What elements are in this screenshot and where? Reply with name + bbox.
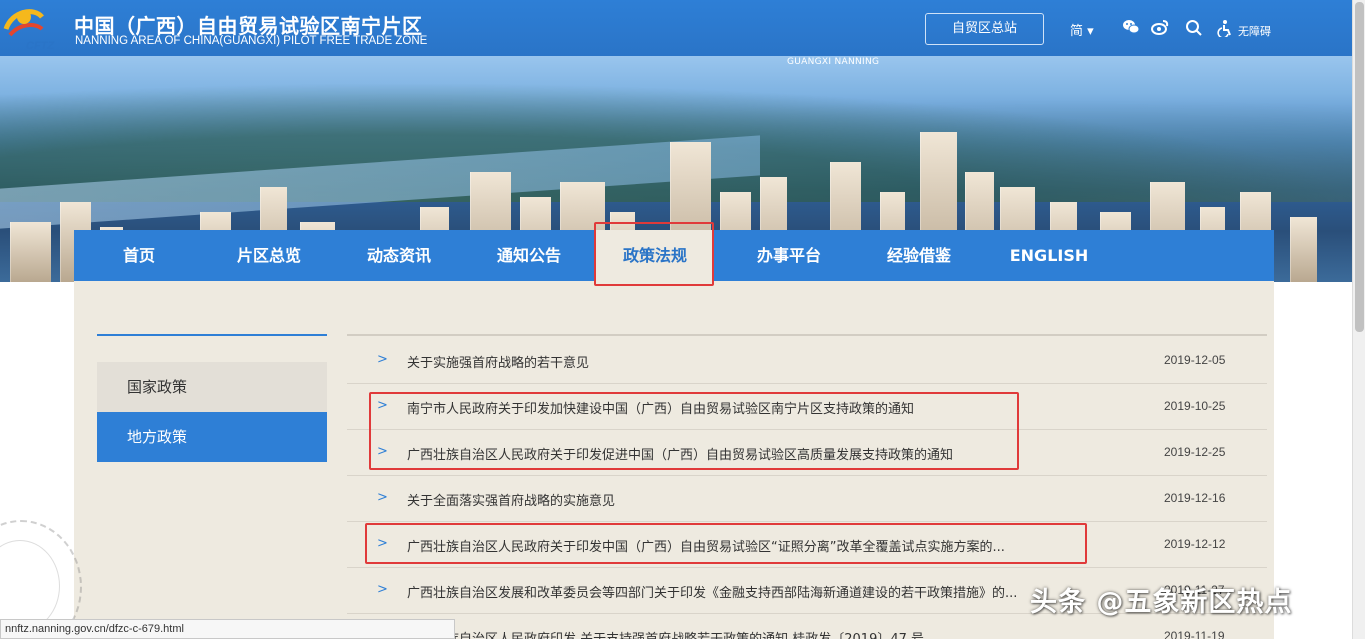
browser-status-url: nnftz.nanning.gov.cn/dfzc-c-679.html <box>0 619 455 639</box>
sidebar-item-national-policy[interactable]: 国家政策 <box>97 362 327 412</box>
wechat-icon[interactable] <box>1122 19 1140 39</box>
policy-title[interactable]: 广西壮族自治区人民政府印发 关于支持强首府战略若干政策的通知 桂政发〔2019〕… <box>407 628 1107 639</box>
main-nav: 首页 片区总览 动态资讯 通知公告 政策法规 办事平台 经验借鉴 ENGLISH <box>74 230 1274 284</box>
chevron-right-icon: > <box>377 490 388 505</box>
search-icon[interactable] <box>1185 19 1203 41</box>
nav-english[interactable]: ENGLISH <box>984 230 1114 281</box>
policy-title[interactable]: 广西壮族自治区人民政府关于印发中国（广西）自由贸易试验区“证照分离”改革全覆盖试… <box>407 536 1107 555</box>
browser-page: GUANGXI NANNING CFTZ 中国（广西）自由贸易试验区南宁片区 N… <box>0 0 1365 639</box>
chevron-right-icon: > <box>377 398 388 413</box>
policy-row[interactable]: > 广西壮族自治区人民政府关于印发促进中国（广西）自由贸易试验区高质量发展支持政… <box>347 429 1267 476</box>
sidebar-item-local-policy[interactable]: 地方政策 <box>97 412 327 462</box>
policy-title[interactable]: 广西壮族自治区发展和改革委员会等四部门关于印发《金融支持西部陆海新通道建设的若干… <box>407 582 1107 601</box>
list-top-rule <box>347 334 1267 336</box>
site-subtitle: NANNING AREA OF CHINA(GUANGXI) PILOT FRE… <box>75 35 428 47</box>
policy-date: 2019-10-25 <box>1164 399 1226 413</box>
policy-title[interactable]: 关于实施强首府战略的若干意见 <box>407 352 1107 371</box>
nav-area-overview[interactable]: 片区总览 <box>204 230 334 281</box>
policy-date: 2019-11-19 <box>1164 629 1225 639</box>
weibo-icon[interactable] <box>1151 19 1169 39</box>
chevron-right-icon: > <box>377 536 388 551</box>
page-scrollbar[interactable] <box>1352 0 1365 639</box>
logo-text: CFTZ <box>26 40 55 52</box>
watermark: 头条 @五象新区热点 <box>1030 587 1293 618</box>
chevron-right-icon: > <box>377 444 388 459</box>
accessibility-label[interactable]: 无障碍 <box>1238 23 1271 39</box>
policy-date: 2019-12-05 <box>1164 353 1226 367</box>
language-selector[interactable]: 简 ▾ <box>1070 20 1094 39</box>
scrollbar-thumb[interactable] <box>1355 2 1364 332</box>
nav-policies[interactable]: 政策法规 <box>596 230 714 284</box>
policy-date: 2019-12-16 <box>1164 491 1226 505</box>
policy-row[interactable]: > 广西壮族自治区人民政府关于印发中国（广西）自由贸易试验区“证照分离”改革全覆… <box>347 521 1267 568</box>
policy-row[interactable]: > 南宁市人民政府关于印发加快建设中国（广西）自由贸易试验区南宁片区支持政策的通… <box>347 383 1267 430</box>
policy-date: 2019-12-25 <box>1164 445 1226 459</box>
banner-caption: GUANGXI NANNING <box>787 57 880 67</box>
policy-title[interactable]: 广西壮族自治区人民政府关于印发促进中国（广西）自由贸易试验区高质量发展支持政策的… <box>407 444 1107 463</box>
sidebar-top-rule <box>97 334 327 336</box>
accessibility-icon[interactable] <box>1216 19 1234 41</box>
ftz-hq-site-button[interactable]: 自贸区总站 <box>925 13 1044 45</box>
policy-date: 2019-12-12 <box>1164 537 1226 551</box>
chevron-right-icon: > <box>377 352 388 367</box>
skyline-building <box>1290 217 1317 282</box>
policy-title[interactable]: 南宁市人民政府关于印发加快建设中国（广西）自由贸易试验区南宁片区支持政策的通知 <box>407 398 1107 417</box>
chevron-right-icon: > <box>377 582 388 597</box>
skyline-building <box>10 222 51 282</box>
nav-services[interactable]: 办事平台 <box>724 230 854 281</box>
nav-notices[interactable]: 通知公告 <box>464 230 594 281</box>
nav-experience[interactable]: 经验借鉴 <box>854 230 984 281</box>
policy-title[interactable]: 关于全面落实强首府战略的实施意见 <box>407 490 1107 509</box>
nav-home[interactable]: 首页 <box>74 230 204 281</box>
policy-row[interactable]: > 关于全面落实强首府战略的实施意见 2019-12-16 <box>347 475 1267 522</box>
policy-row[interactable]: > 关于实施强首府战略的若干意见 2019-12-05 <box>347 337 1267 384</box>
nav-news[interactable]: 动态资讯 <box>334 230 464 281</box>
cftz-logo[interactable]: CFTZ <box>2 3 64 52</box>
